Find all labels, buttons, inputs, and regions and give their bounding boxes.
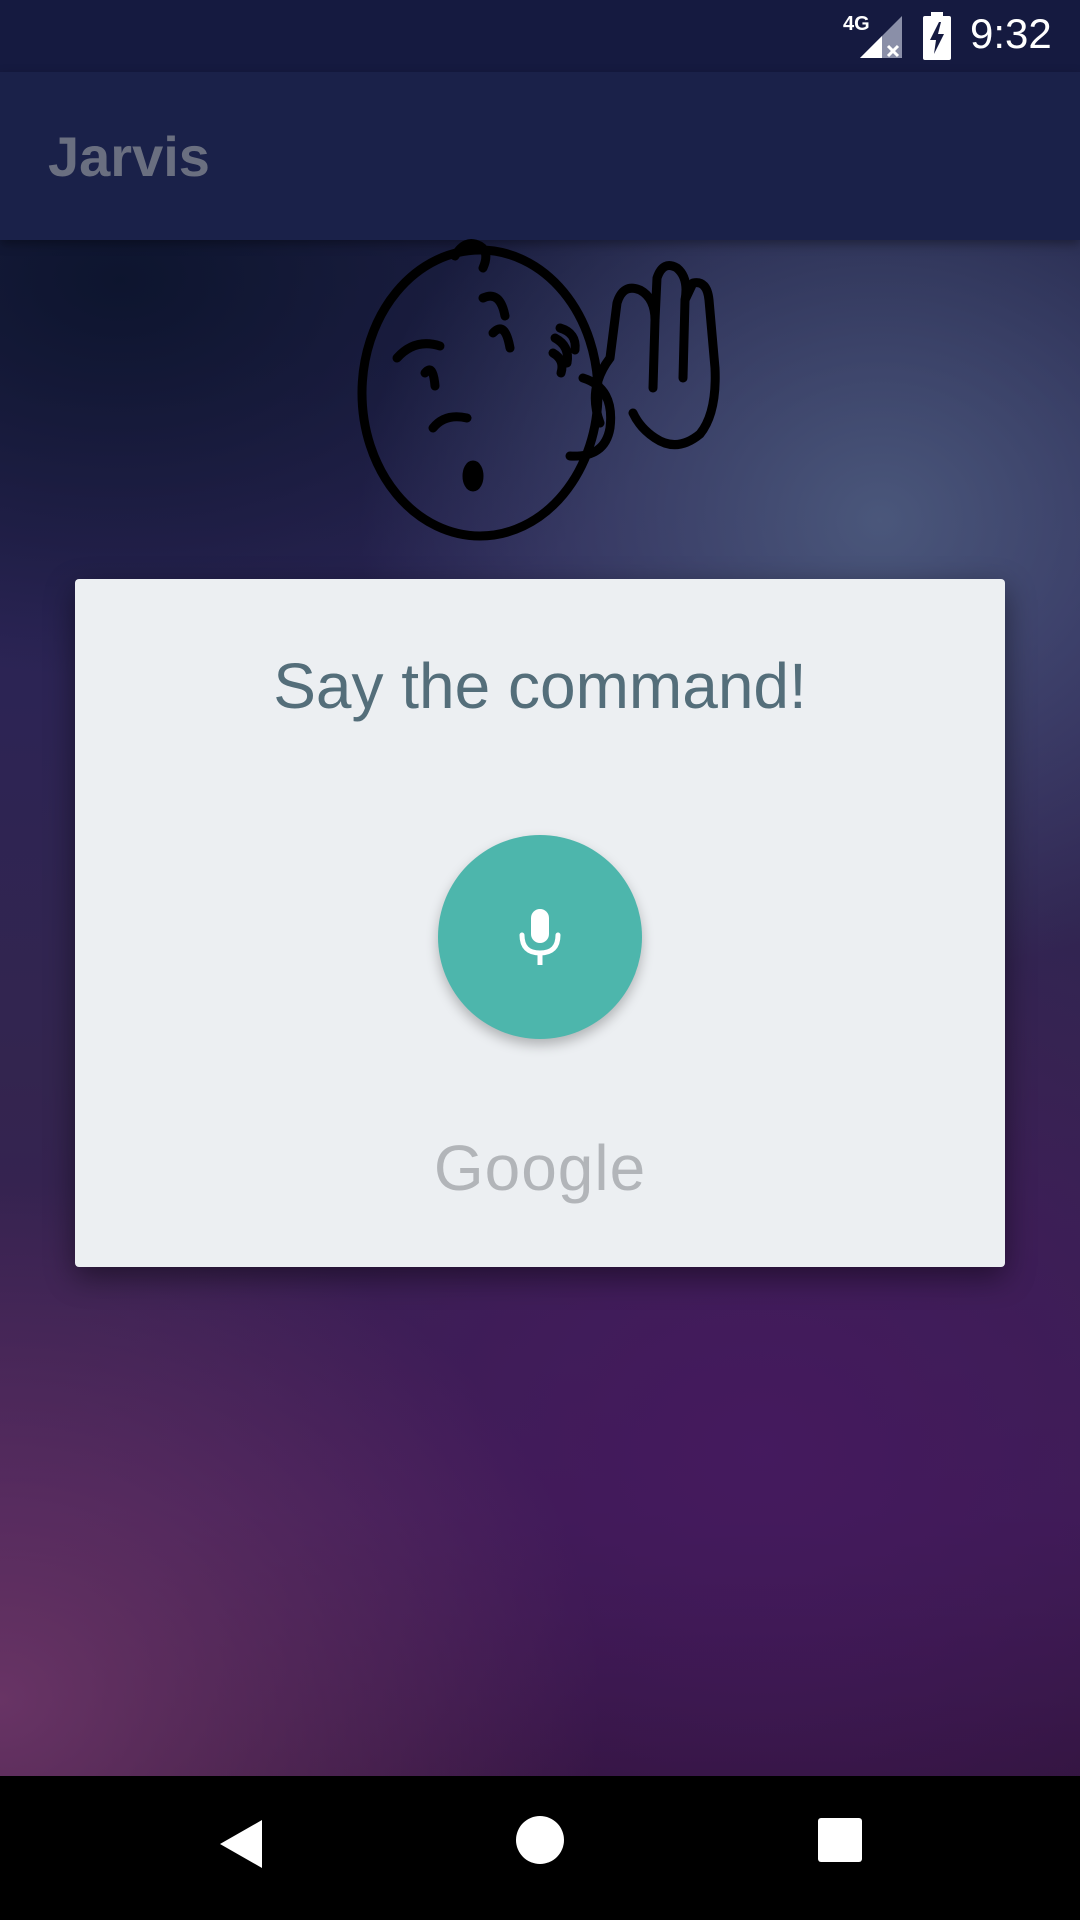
battery-charging-icon [923, 12, 951, 60]
app-title: Jarvis [48, 125, 210, 188]
home-circle-icon[interactable] [514, 1814, 566, 1866]
recents-square-icon[interactable] [817, 1817, 863, 1863]
listening-face-illustration [357, 239, 720, 541]
voice-prompt-text: Say the command! [273, 650, 807, 722]
status-bar: 4G 9:32 [0, 0, 1080, 72]
microphone-icon [519, 909, 561, 965]
voice-input-dialog: Say the command! Google [75, 579, 1005, 1267]
mic-button[interactable] [438, 835, 642, 1039]
status-clock: 9:32 [970, 10, 1052, 57]
screen: 4G 9:32 Jarvis Say the command! Google [0, 0, 1080, 1920]
navigation-bar [0, 1776, 1080, 1920]
app-bar: Jarvis [0, 72, 1080, 240]
google-logo: Google [433, 1132, 647, 1204]
cell-signal-icon [860, 16, 902, 58]
back-triangle-icon[interactable] [216, 1816, 264, 1872]
